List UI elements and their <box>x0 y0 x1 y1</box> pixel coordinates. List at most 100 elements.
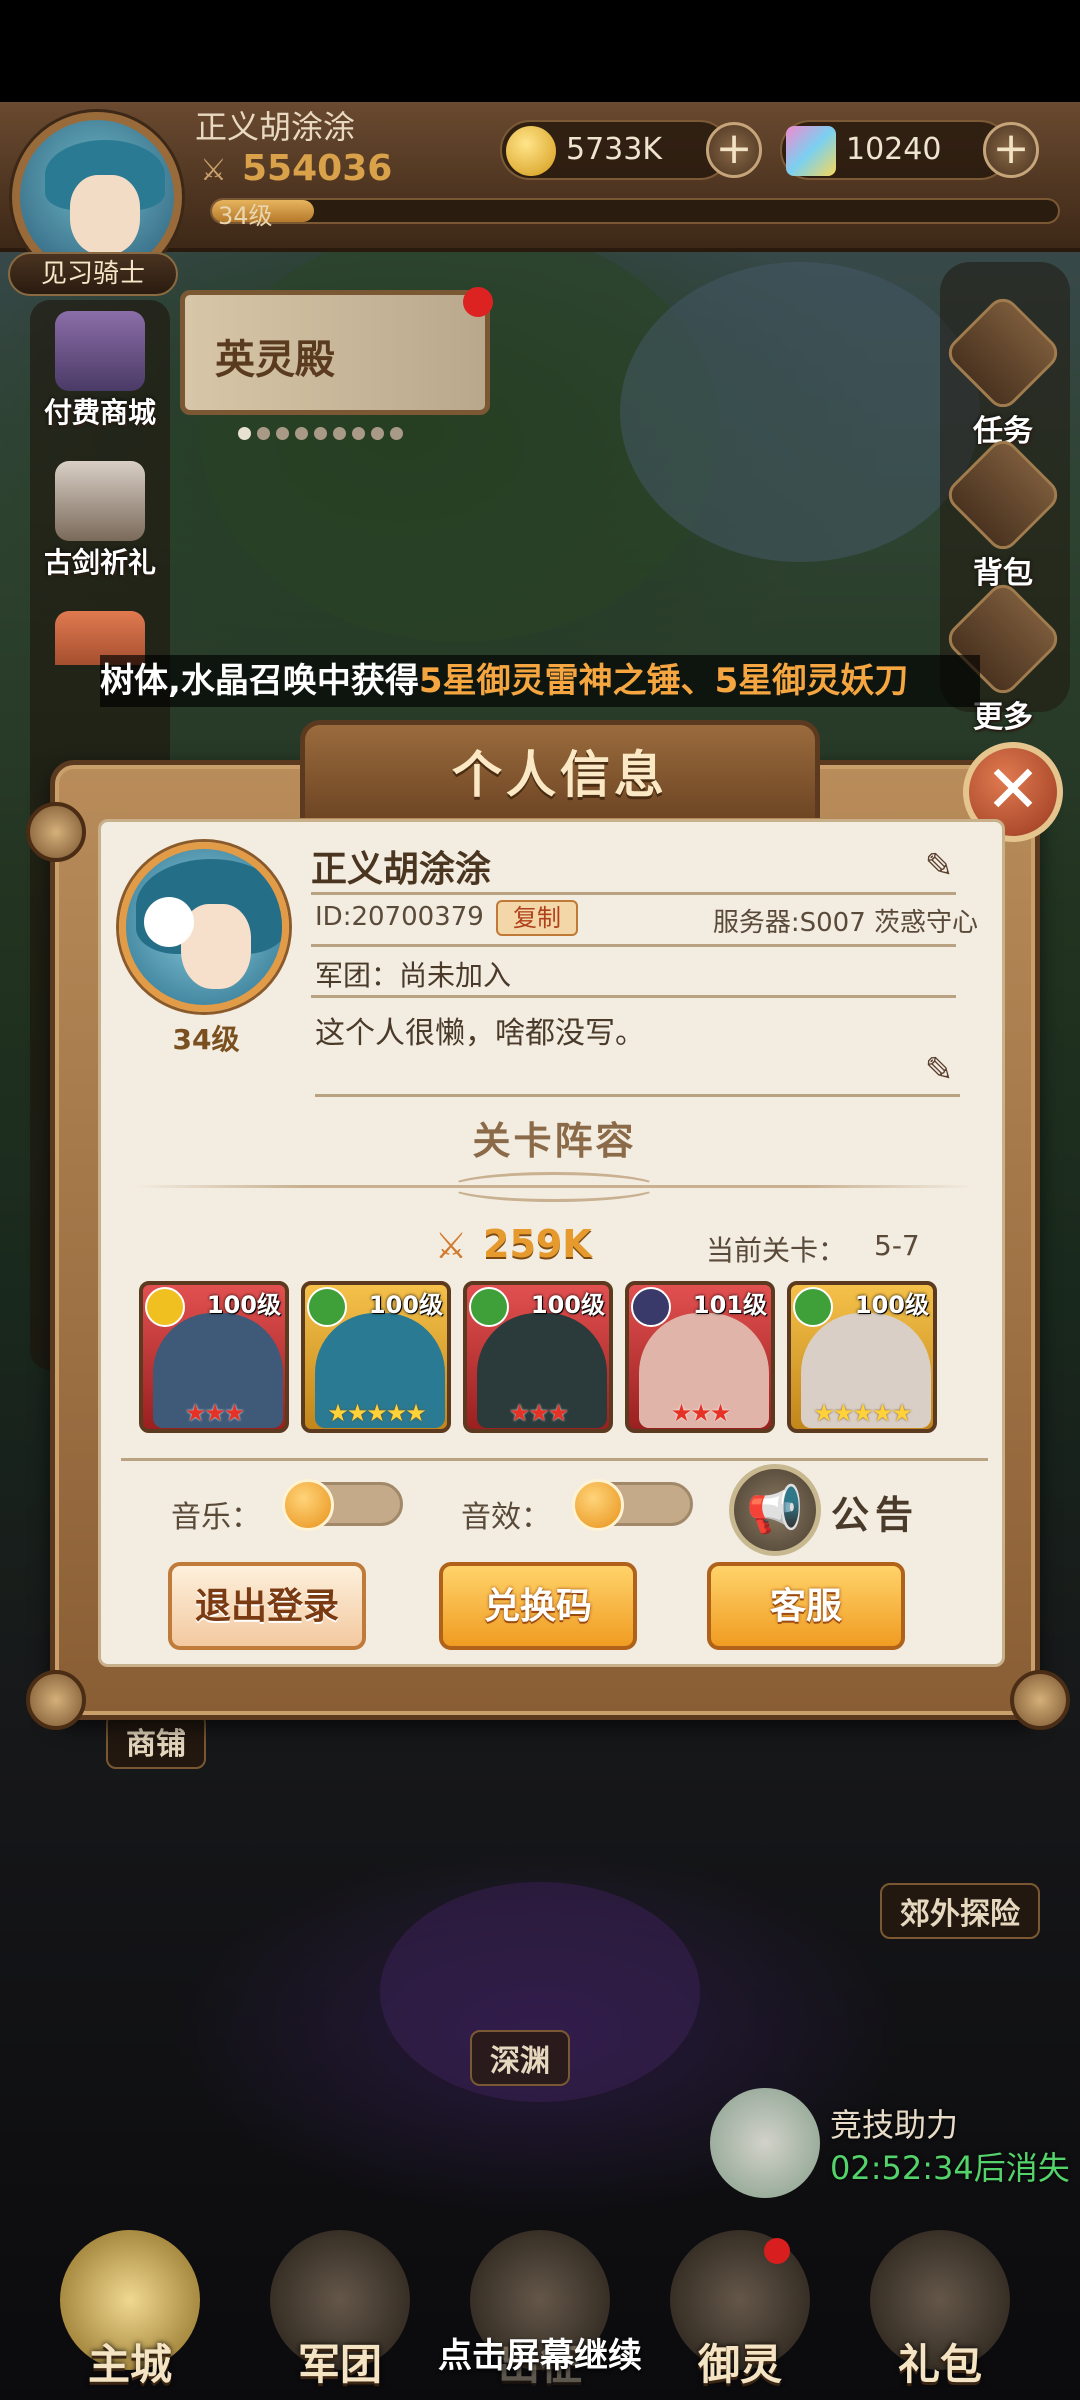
modal-header: 个人信息 <box>300 720 820 818</box>
crossed-swords-icon: ⚔ <box>434 1226 468 1267</box>
element-wind-icon <box>469 1287 509 1327</box>
hero-level: 100级 <box>368 1291 443 1319</box>
gem-value: 10240 <box>846 132 942 167</box>
broadcast-marquee: 树体,水晶召唤中获得5星御灵雷神之锤、5星御灵妖刀 <box>100 655 980 707</box>
hero-stars: ★★★★★ <box>327 1399 427 1427</box>
megaphone-icon[interactable]: 📢 <box>729 1464 821 1556</box>
marquee-text: 树体,水晶召唤中获得 <box>100 661 419 701</box>
signature-text: 这个人很懒，啥都没写。 <box>315 1016 645 1051</box>
pager-dot[interactable] <box>276 427 289 440</box>
marquee-highlight: 5星御灵雷神之锤、5星御灵妖刀 <box>418 661 909 701</box>
profile-name: 正义胡涂涂 <box>311 849 492 890</box>
abyss-label[interactable]: 深渊 <box>470 2030 570 2086</box>
tap-to-continue-tip: 点击屏幕继续 <box>438 2336 642 2376</box>
quest-scroll-icon <box>942 292 1064 414</box>
music-label: 音乐： <box>171 1500 261 1535</box>
section-ornament <box>449 1172 659 1202</box>
notice-label[interactable]: 公告 <box>831 1484 919 1539</box>
pager-dot[interactable] <box>314 427 327 440</box>
side-item-paid-shop[interactable]: 付费商城 <box>30 305 170 435</box>
gem-plus-button[interactable]: + <box>983 122 1039 178</box>
banner-pager <box>238 427 438 443</box>
profile-avatar[interactable] <box>119 842 289 1012</box>
hero-stars: ★★★ <box>508 1399 570 1427</box>
notification-dot <box>463 287 493 317</box>
player-name: 正义胡涂涂 <box>195 108 356 146</box>
right-item-backpack[interactable]: 背包 <box>942 434 1064 592</box>
toggle-knob <box>572 1479 624 1531</box>
hero-card[interactable]: 100级 ★★★★★ <box>787 1281 937 1433</box>
divider <box>315 1094 960 1097</box>
flower-ornament <box>144 897 194 947</box>
hero-card[interactable]: 100级 ★★★★★ <box>301 1281 451 1433</box>
hero-card[interactable]: 100级 ★★★ <box>139 1281 289 1433</box>
edit-signature-icon[interactable]: ✎ <box>919 1050 959 1090</box>
backpack-icon <box>942 434 1064 556</box>
arena-boost-title: 竞技助力 <box>830 2106 959 2144</box>
music-toggle[interactable] <box>282 1479 403 1531</box>
divider <box>311 944 956 947</box>
player-id: ID:20700379 <box>315 902 484 932</box>
server-info: 服务器:S007 茨惑守心 <box>712 908 978 938</box>
current-stage-label: 当前关卡： <box>706 1234 847 1267</box>
side-item-label: 古剑祈礼 <box>43 546 156 579</box>
hero-level: 100级 <box>206 1291 281 1319</box>
copy-id-button[interactable]: 复制 <box>496 900 578 936</box>
pager-dot[interactable] <box>390 427 403 440</box>
lineup-power: 259K <box>483 1222 592 1266</box>
hero-level: 101级 <box>692 1291 767 1319</box>
notification-dot <box>764 2238 790 2264</box>
gold-resource: 5733K <box>500 120 730 180</box>
hero-level: 100级 <box>854 1291 929 1319</box>
hall-of-heroes-banner[interactable]: 英灵殿 <box>180 287 493 415</box>
sfx-label: 音效： <box>461 1500 551 1535</box>
edit-name-icon[interactable]: ✎ <box>919 846 959 886</box>
frame-corner-ornament <box>26 1670 86 1730</box>
profile-modal: 个人信息 ✕ 34级 正义胡涂涂 ✎ ID:20700379 复制 服务器:S0… <box>20 720 1070 1730</box>
pager-dot[interactable] <box>257 427 270 440</box>
arena-boost-timer: 02:52:34后消失 <box>830 2149 1070 2187</box>
side-item-label: 付费商城 <box>43 396 156 429</box>
lineup-section-title: 关卡阵容 <box>472 1119 637 1163</box>
profile-level: 34级 <box>172 1023 240 1056</box>
hero-portrait-icon <box>55 461 145 541</box>
crystal-gem-icon <box>786 126 836 176</box>
arena-boost-icon[interactable] <box>710 2088 820 2198</box>
divider <box>121 1458 988 1461</box>
gift-box-icon <box>55 311 145 391</box>
gold-plus-button[interactable]: + <box>706 122 762 178</box>
customer-service-button[interactable]: 客服 <box>707 1562 905 1650</box>
hero-card[interactable]: 101级 ★★★ <box>625 1281 775 1433</box>
hero-stars: ★★★ <box>670 1399 732 1427</box>
frame-corner-ornament <box>26 802 86 862</box>
hero-stars: ★★★★★ <box>813 1399 913 1427</box>
pager-dot[interactable] <box>371 427 384 440</box>
sfx-toggle[interactable] <box>572 1479 693 1531</box>
divider <box>311 995 956 998</box>
hero-card[interactable]: 100级 ★★★ <box>463 1281 613 1433</box>
avatar-face <box>70 175 140 255</box>
element-wind-icon <box>793 1287 833 1327</box>
pager-dot[interactable] <box>333 427 346 440</box>
right-item-quests[interactable]: 任务 <box>942 292 1064 450</box>
element-gold-sun-icon <box>145 1287 185 1327</box>
gold-value: 5733K <box>566 132 663 167</box>
side-item-sword-prayer[interactable]: 古剑祈礼 <box>30 455 170 585</box>
pager-dot[interactable] <box>238 427 251 440</box>
element-wind-icon <box>307 1287 347 1327</box>
toggle-knob <box>282 1479 334 1531</box>
title-badge[interactable]: 见习骑士 <box>8 252 178 296</box>
pager-dot[interactable] <box>295 427 308 440</box>
logout-button[interactable]: 退出登录 <box>168 1562 366 1650</box>
player-power: 554036 <box>242 148 393 189</box>
guild-info: 军团：尚未加入 <box>315 959 512 992</box>
explore-label[interactable]: 郊外探险 <box>880 1883 1040 1939</box>
pager-dot[interactable] <box>352 427 365 440</box>
profile-content: 34级 正义胡涂涂 ✎ ID:20700379 复制 服务器:S007 茨惑守心… <box>98 819 1005 1667</box>
hero-stars: ★★★ <box>184 1399 246 1427</box>
frame-corner-ornament <box>1010 1670 1070 1730</box>
redeem-code-button[interactable]: 兑换码 <box>439 1562 637 1650</box>
crossed-swords-icon: ⚔ <box>200 153 227 188</box>
shop-building-label[interactable]: 商铺 <box>106 1713 206 1769</box>
current-stage-value: 5-7 <box>874 1229 920 1262</box>
